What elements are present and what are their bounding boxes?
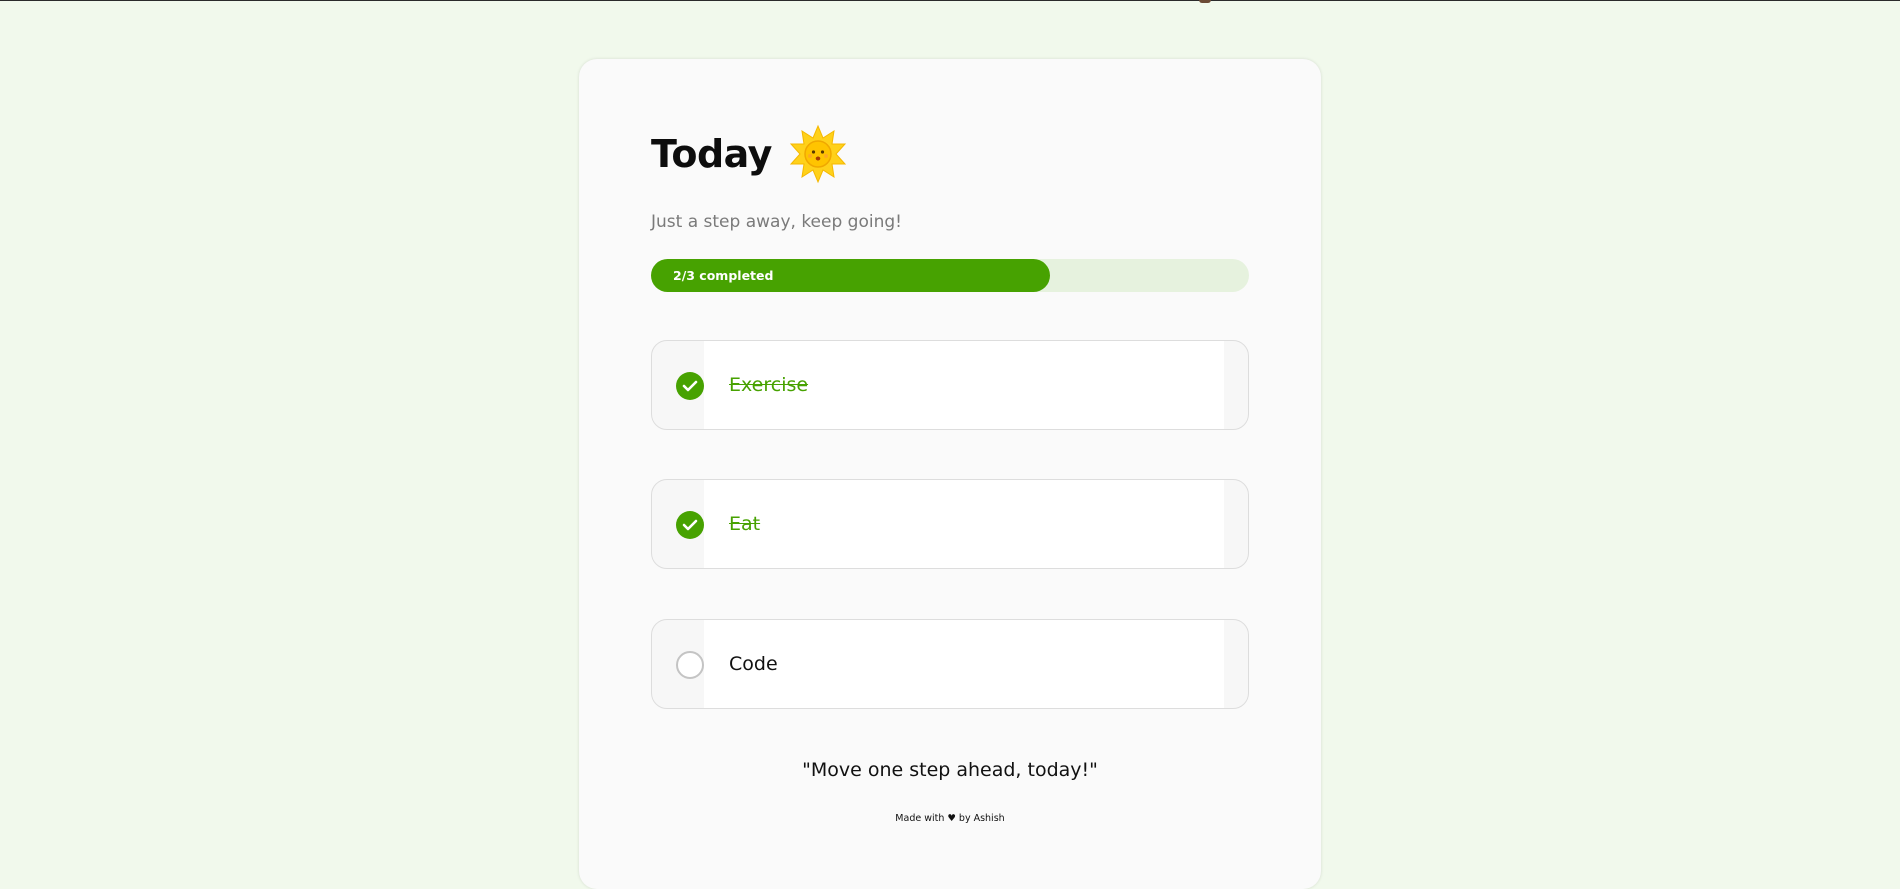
task-label: Code — [729, 653, 778, 675]
checked-circle-icon[interactable] — [676, 372, 704, 400]
empty-circle-icon[interactable] — [676, 651, 704, 679]
task-item-body — [704, 480, 1224, 568]
header: Today — [651, 124, 848, 184]
task-label: Exercise — [729, 374, 809, 396]
task-item-exercise[interactable]: Exercise — [651, 340, 1249, 430]
top-edge-mark — [1199, 0, 1211, 3]
progress-label: 2/3 completed — [673, 268, 774, 283]
progress-bar: 2/3 completed — [651, 259, 1249, 292]
task-item-eat[interactable]: Eat — [651, 479, 1249, 569]
footer-credit: Made with ♥ by Ashish — [895, 813, 1005, 824]
task-item-body — [704, 620, 1224, 708]
task-item-code[interactable]: Code — [651, 619, 1249, 709]
sun-emoji-icon — [789, 124, 847, 184]
top-border — [0, 0, 1900, 1]
todo-card: Today Just a step away, keep going! 2/3 … — [579, 59, 1321, 889]
page-title: Today — [651, 132, 772, 176]
motivational-quote: "Move one step ahead, today!" — [802, 759, 1098, 781]
checked-circle-icon[interactable] — [676, 511, 704, 539]
subtitle: Just a step away, keep going! — [651, 212, 902, 232]
task-label: Eat — [729, 513, 761, 535]
